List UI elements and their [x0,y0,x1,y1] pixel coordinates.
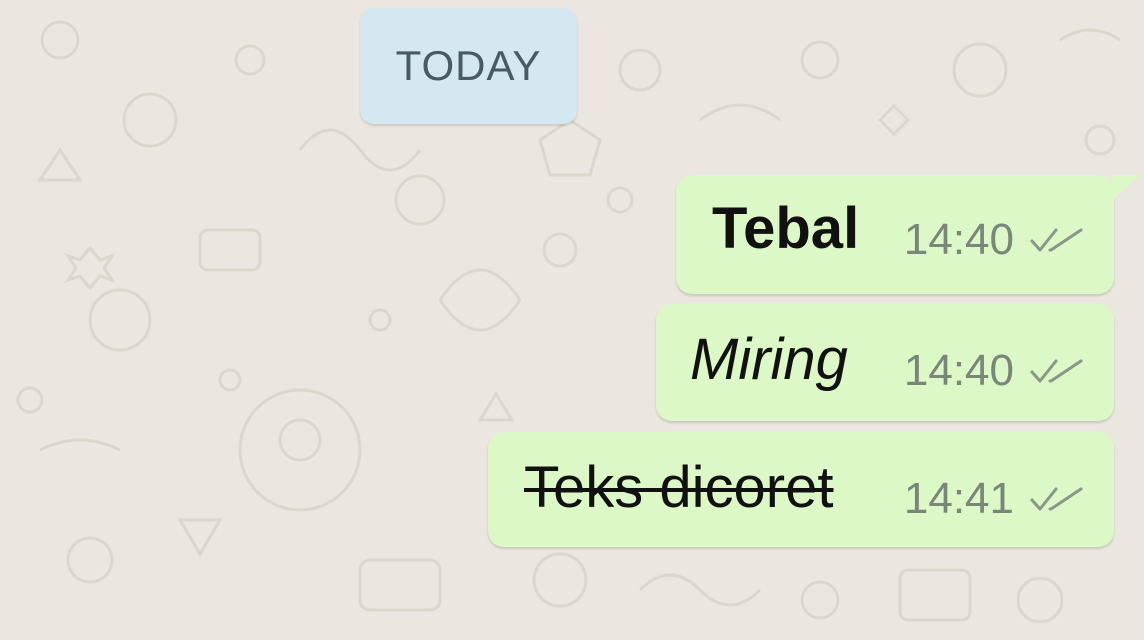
message-text: Teks dicoret [524,455,834,520]
date-chip-label: TODAY [395,42,542,89]
message-text: Tebal [712,196,860,261]
message-meta: 14:40 [904,215,1086,265]
message-meta: 14:41 [904,474,1086,524]
message-time: 14:40 [903,346,1014,395]
message-time: 14:41 [903,474,1014,523]
date-chip: TODAY [360,8,577,124]
message-bubble-bold[interactable]: Tebal 14:40 [676,175,1140,294]
double-check-icon [1030,359,1083,383]
message-time: 14:40 [903,215,1014,264]
double-check-icon [1030,487,1083,511]
message-bubble-strikethrough[interactable]: Teks dicoret 14:41 [488,432,1114,547]
bubble-tail [1112,175,1140,201]
message-text: Miring [690,327,848,392]
double-check-icon [1030,228,1083,252]
message-meta: 14:40 [904,346,1086,396]
message-bubble-italic[interactable]: Miring 14:40 [656,304,1114,421]
